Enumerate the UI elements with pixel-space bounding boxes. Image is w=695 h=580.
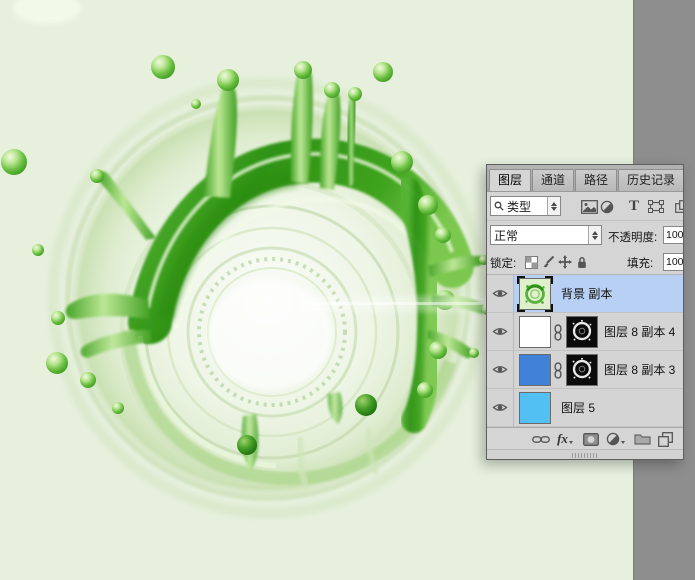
shape-filter-icon[interactable] xyxy=(647,198,665,215)
search-icon xyxy=(491,201,504,211)
smart-object-filter-icon[interactable] xyxy=(673,198,684,215)
lock-all-icon[interactable] xyxy=(574,254,590,270)
link-layers-icon[interactable] xyxy=(531,430,551,448)
layer-row-layer8-copy4[interactable]: 图层 8 副本 4 xyxy=(487,313,683,351)
mask-link-chain-icon[interactable] xyxy=(553,324,563,344)
visibility-eye-icon[interactable] xyxy=(487,275,514,312)
tab-layers[interactable]: 图层 xyxy=(489,169,531,191)
lock-pixels-icon[interactable] xyxy=(540,254,556,270)
mask-link-chain-icon[interactable] xyxy=(553,362,563,382)
layer-name[interactable]: 图层 8 副本 3 xyxy=(604,351,675,389)
lock-row: 锁定: 填充: 100% xyxy=(487,249,683,275)
visibility-eye-icon[interactable] xyxy=(487,313,514,350)
layers-panel: 图层 通道 路径 历史记录 动作 类型 T 正常 xyxy=(486,164,684,460)
selection-bracket-icon xyxy=(545,304,553,312)
opacity-field[interactable]: 100% xyxy=(663,226,684,244)
layer-row-layer8-copy3[interactable]: 图层 8 副本 3 xyxy=(487,351,683,389)
fill-label: 填充: xyxy=(627,255,653,271)
delete-layer-icon[interactable] xyxy=(679,430,684,448)
tab-paths[interactable]: 路径 xyxy=(575,169,617,191)
layer-name[interactable]: 图层 8 副本 4 xyxy=(604,313,675,351)
type-filter-icon[interactable]: T xyxy=(625,198,643,215)
visibility-eye-icon[interactable] xyxy=(487,351,514,388)
layer-row-background-copy[interactable]: 背景 副本 xyxy=(487,275,683,313)
layer-name[interactable]: 图层 5 xyxy=(561,389,595,427)
blend-spinner[interactable] xyxy=(588,226,601,244)
combo-spinner[interactable] xyxy=(547,197,560,215)
layer-name[interactable]: 背景 副本 xyxy=(561,275,612,313)
layer-thumbnail[interactable] xyxy=(519,392,551,424)
layer-thumbnail[interactable] xyxy=(519,316,551,348)
tab-channels[interactable]: 通道 xyxy=(532,169,574,191)
blend-mode-select[interactable]: 正常 xyxy=(490,225,602,245)
new-layer-icon[interactable] xyxy=(655,430,675,448)
filter-type-combo[interactable]: 类型 xyxy=(490,196,561,216)
panel-tab-bar: 图层 通道 路径 历史记录 动作 xyxy=(487,165,683,192)
panel-resize-strip xyxy=(487,449,683,460)
layer-thumbnail[interactable] xyxy=(517,276,553,312)
layer-mask-thumbnail[interactable] xyxy=(566,316,598,348)
layer-filter-row: 类型 T xyxy=(487,192,683,221)
panel-toolbar: fx xyxy=(487,427,683,449)
layer-mask-thumbnail[interactable] xyxy=(566,354,598,386)
opacity-label: 不透明度: xyxy=(608,229,657,245)
group-icon[interactable] xyxy=(632,430,652,448)
panel-resize-grip[interactable] xyxy=(572,453,598,458)
selection-bracket-icon xyxy=(517,276,525,284)
blend-row: 正常 不透明度: 100% xyxy=(487,221,683,249)
layer-style-icon[interactable]: fx xyxy=(555,430,575,448)
visibility-eye-icon[interactable] xyxy=(487,389,514,426)
layer-thumbnail[interactable] xyxy=(519,354,551,386)
adjustment-filter-icon[interactable] xyxy=(598,198,616,215)
layers-list: 背景 副本 图层 8 副本 4 xyxy=(487,275,683,427)
pixel-filter-icon[interactable] xyxy=(580,198,598,215)
lock-transparency-icon[interactable] xyxy=(523,254,539,270)
lock-position-icon[interactable] xyxy=(557,254,573,270)
layer-row-layer5[interactable]: 图层 5 xyxy=(487,389,683,427)
tab-history[interactable]: 历史记录 xyxy=(618,169,684,191)
selection-bracket-icon xyxy=(517,304,525,312)
adjustment-layer-icon[interactable] xyxy=(605,430,625,448)
selection-bracket-icon xyxy=(545,276,553,284)
layer-mask-icon[interactable] xyxy=(581,430,601,448)
lock-label: 锁定: xyxy=(490,255,516,271)
fill-field[interactable]: 100% xyxy=(663,253,684,271)
